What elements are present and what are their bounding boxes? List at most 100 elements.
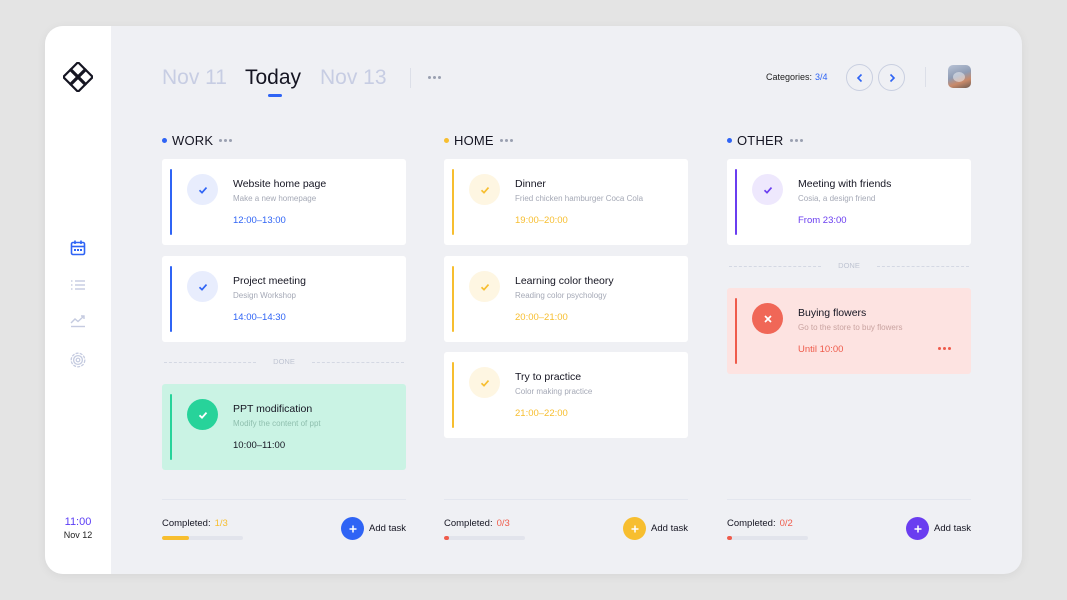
column-header: HOME — [444, 133, 513, 148]
task-accent-bar — [170, 266, 172, 332]
column-title: WORK — [172, 132, 214, 148]
task-title: PPT modification — [233, 403, 313, 415]
progress-bar — [727, 536, 808, 540]
task-more-icon[interactable] — [938, 347, 951, 350]
column-home: HOME Dinner Fried chicken hamburger Coca… — [444, 26, 688, 574]
task-checkbox[interactable] — [187, 174, 218, 205]
progress-fill — [727, 536, 732, 540]
completed-counter: Completed: 1/3 — [162, 518, 228, 529]
check-icon — [480, 283, 489, 291]
task-checkbox[interactable] — [469, 271, 500, 302]
column-menu-icon[interactable] — [789, 138, 803, 142]
task-title: Website home page — [233, 178, 327, 190]
plus-icon — [623, 517, 647, 540]
close-icon — [763, 314, 772, 323]
column-menu-icon[interactable] — [499, 138, 513, 142]
task-title: Meeting with friends — [798, 178, 892, 190]
sidebar: 11:00 Nov 12 — [45, 26, 111, 574]
task-checkbox-checked[interactable] — [187, 399, 218, 430]
task-card[interactable]: Project meeting Design Workshop 14:00–14… — [162, 256, 406, 342]
category-dot — [444, 137, 449, 143]
progress-bar — [444, 536, 525, 540]
task-checkbox[interactable] — [187, 271, 218, 302]
task-card[interactable]: Try to practice Color making practice 21… — [444, 352, 688, 438]
task-title: Dinner — [515, 178, 546, 190]
check-icon — [480, 379, 489, 387]
overdue-task-card[interactable]: Buying flowers Go to the store to buy fl… — [727, 288, 971, 374]
task-subtitle: Reading color psychology — [515, 291, 607, 300]
task-subtitle: Cosia, a design friend — [798, 194, 876, 203]
task-title: Learning color theory — [515, 275, 614, 287]
task-checkbox[interactable] — [469, 367, 500, 398]
check-icon — [198, 186, 207, 194]
task-time: From 23:00 — [798, 215, 847, 226]
plus-icon — [906, 517, 930, 540]
done-separator: DONE — [162, 356, 406, 368]
progress-bar — [162, 536, 243, 540]
list-icon[interactable] — [69, 276, 87, 294]
add-task-label: Add task — [651, 523, 688, 534]
task-accent-bar — [170, 169, 172, 235]
task-title: Project meeting — [233, 275, 306, 287]
check-icon — [198, 283, 207, 291]
category-dot — [162, 137, 167, 143]
settings-icon[interactable] — [69, 351, 87, 369]
sidebar-clock-date: Nov 12 — [63, 530, 93, 540]
task-time: 19:00–20:00 — [515, 215, 568, 226]
add-task-button[interactable]: Add task — [341, 517, 406, 540]
task-time: 12:00–13:00 — [233, 215, 286, 226]
completed-label: Completed: — [727, 518, 776, 529]
task-title: Buying flowers — [798, 307, 867, 319]
footer-divider — [162, 499, 406, 500]
sidebar-clock-time: 11:00 — [64, 516, 92, 528]
footer-divider — [444, 499, 688, 500]
completed-counter: Completed: 0/3 — [444, 518, 510, 529]
completed-label: Completed: — [444, 518, 493, 529]
app-window: 11:00 Nov 12 Nov 11 Today Nov 13 Categor… — [45, 26, 1022, 574]
trend-chart-icon[interactable] — [69, 311, 87, 329]
task-accent-bar — [452, 362, 454, 428]
done-task-card[interactable]: PPT modification Modify the content of p… — [162, 384, 406, 470]
column-work: WORK Website home page Make a new homepa… — [162, 26, 406, 574]
column-header: OTHER — [727, 132, 803, 148]
task-card[interactable]: Learning color theory Reading color psyc… — [444, 256, 688, 342]
column-title: OTHER — [737, 132, 784, 148]
task-subtitle: Color making practice — [515, 387, 593, 396]
footer-divider — [727, 499, 971, 500]
task-accent-bar — [735, 169, 737, 235]
task-card[interactable]: Meeting with friends Cosia, a design fri… — [727, 159, 971, 245]
task-time: 21:00–22:00 — [515, 408, 568, 419]
completed-label: Completed: — [162, 518, 211, 529]
add-task-label: Add task — [934, 523, 971, 534]
completed-counter: Completed: 0/2 — [727, 518, 793, 529]
task-checkbox[interactable] — [752, 174, 783, 205]
column-menu-icon[interactable] — [219, 138, 233, 142]
app-logo-icon[interactable] — [63, 62, 93, 92]
check-icon — [480, 186, 489, 194]
task-card[interactable]: Website home page Make a new homepage 12… — [162, 159, 406, 245]
task-card[interactable]: Dinner Fried chicken hamburger Coca Cola… — [444, 159, 688, 245]
task-subtitle: Modify the content of ppt — [233, 419, 321, 428]
check-icon — [198, 411, 207, 419]
task-subtitle: Go to the store to buy flowers — [798, 323, 903, 332]
task-accent-bar — [735, 298, 737, 364]
task-failed-badge[interactable] — [752, 303, 783, 334]
add-task-button[interactable]: Add task — [906, 517, 971, 540]
header-divider — [410, 68, 411, 88]
task-time: 14:00–14:30 — [233, 312, 286, 323]
task-time: Until 10:00 — [798, 344, 844, 355]
task-time: 20:00–21:00 — [515, 312, 568, 323]
task-subtitle: Design Workshop — [233, 291, 296, 300]
progress-fill — [162, 536, 189, 540]
calendar-icon[interactable] — [69, 239, 87, 257]
add-task-button[interactable]: Add task — [623, 517, 688, 540]
add-task-label: Add task — [369, 523, 406, 534]
more-dates-icon[interactable] — [428, 76, 441, 79]
task-accent-bar — [452, 266, 454, 332]
task-accent-bar — [170, 394, 172, 460]
task-title: Try to practice — [515, 371, 582, 383]
check-icon — [763, 186, 772, 194]
column-other: OTHER Meeting with friends Cosia, a desi… — [727, 26, 971, 574]
task-checkbox[interactable] — [469, 174, 500, 205]
completed-value: 0/2 — [779, 518, 793, 529]
